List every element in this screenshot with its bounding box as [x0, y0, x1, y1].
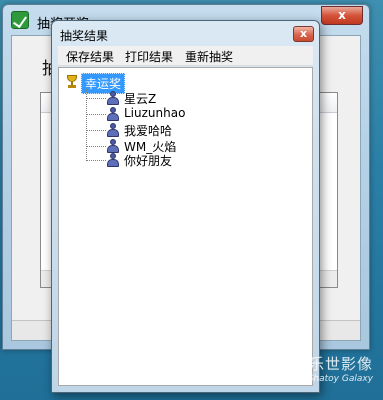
tree-item-label: 星云Z [124, 92, 157, 106]
menu-save-results[interactable]: 保存结果 [65, 48, 115, 65]
results-tree[interactable]: 幸运奖 星云Z Liuzunhao 我爱哈哈 WM_火焰 你好朋友 [58, 67, 313, 386]
person-icon [106, 107, 120, 121]
watermark-sub: Shatoy Galaxy [307, 374, 373, 384]
watermark: 墨乐世影像 Shatoy Galaxy [293, 353, 373, 384]
tree-item-winner[interactable]: Liuzunhao [86, 106, 286, 122]
dialog-title: 抽奖结果 [60, 29, 109, 43]
app-icon [11, 11, 29, 29]
results-dialog: 抽奖结果 x 保存结果 打印结果 重新抽奖 幸运奖 星云Z Liuzunhao … [51, 20, 320, 393]
person-icon [106, 139, 120, 153]
tree-item-winner[interactable]: 我爱哈哈 [86, 122, 286, 138]
dialog-menubar: 保存结果 打印结果 重新抽奖 [58, 46, 313, 66]
trophy-icon [65, 75, 79, 88]
person-icon [106, 153, 120, 167]
main-window-close-button[interactable]: x [321, 6, 363, 25]
menu-print-results[interactable]: 打印结果 [124, 48, 174, 65]
tree-item-winner[interactable]: 星云Z [86, 90, 286, 106]
tree-item-winner[interactable]: 你好朋友 [86, 152, 286, 168]
person-icon [106, 91, 120, 105]
watermark-main: 墨乐世影像 [292, 355, 373, 373]
dialog-close-button[interactable]: x [293, 26, 314, 42]
person-icon [106, 123, 120, 137]
menu-redraw[interactable]: 重新抽奖 [184, 48, 234, 65]
tree-item-label: 你好朋友 [124, 154, 173, 168]
tree-item-label: 我爱哈哈 [124, 124, 173, 138]
tree-item-label: Liuzunhao [124, 106, 186, 120]
